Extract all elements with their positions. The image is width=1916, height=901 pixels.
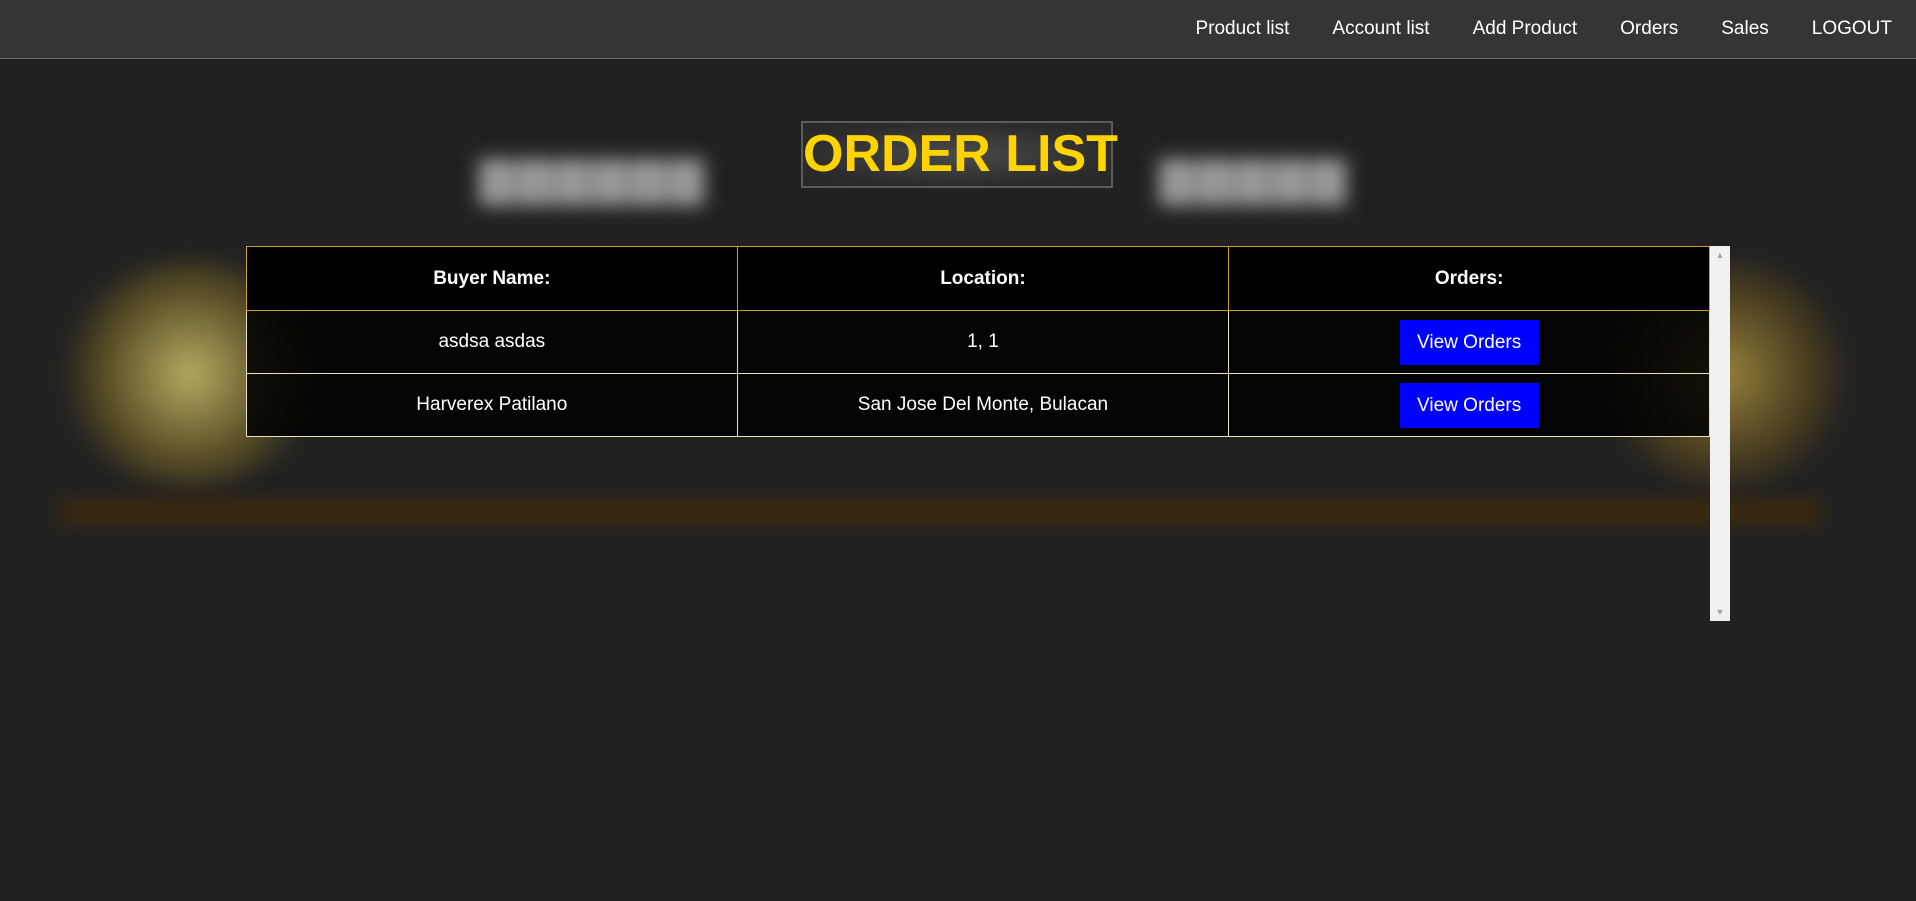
nav-product-list[interactable]: Product list [1195, 18, 1289, 40]
buyer-name-cell: asdsa asdas [246, 310, 738, 374]
table-row: asdsa asdas 1, 1 View Orders [246, 310, 1710, 374]
nav-add-product[interactable]: Add Product [1473, 18, 1578, 40]
top-navbar: Product list Account list Add Product Or… [0, 0, 1916, 59]
vertical-scrollbar[interactable]: ▲ ▼ [1710, 246, 1730, 621]
nav-orders[interactable]: Orders [1620, 18, 1678, 40]
location-cell: 1, 1 [736, 310, 1230, 374]
background-logo-fragment: ▇▇▇▇▇ [1160, 155, 1350, 204]
orders-cell: View Orders [1228, 373, 1710, 437]
background-logo-fragment: ▇▇▇▇▇▇ [480, 155, 708, 204]
view-orders-button[interactable]: View Orders [1399, 319, 1539, 365]
column-header-location: Location: [736, 246, 1230, 311]
nav-logout[interactable]: LOGOUT [1812, 18, 1892, 40]
orders-cell: View Orders [1228, 310, 1710, 374]
table-row: Harverex Patilano San Jose Del Monte, Bu… [246, 373, 1710, 437]
scroll-down-arrow-icon[interactable]: ▼ [1710, 603, 1730, 621]
location-cell: San Jose Del Monte, Bulacan [736, 373, 1230, 437]
table-header-row: Buyer Name: Location: Orders: [246, 246, 1710, 311]
buyer-name-cell: Harverex Patilano [246, 373, 738, 437]
view-orders-button[interactable]: View Orders [1399, 382, 1539, 428]
column-header-buyer-name: Buyer Name: [246, 246, 738, 311]
nav-sales[interactable]: Sales [1721, 18, 1769, 40]
order-table: Buyer Name: Location: Orders: asdsa asda… [246, 246, 1710, 437]
scroll-up-arrow-icon[interactable]: ▲ [1710, 246, 1730, 264]
order-table-container: Buyer Name: Location: Orders: asdsa asda… [246, 246, 1730, 621]
column-header-orders: Orders: [1228, 246, 1710, 311]
nav-account-list[interactable]: Account list [1332, 18, 1429, 40]
page-title: ORDER LIST [801, 121, 1118, 188]
